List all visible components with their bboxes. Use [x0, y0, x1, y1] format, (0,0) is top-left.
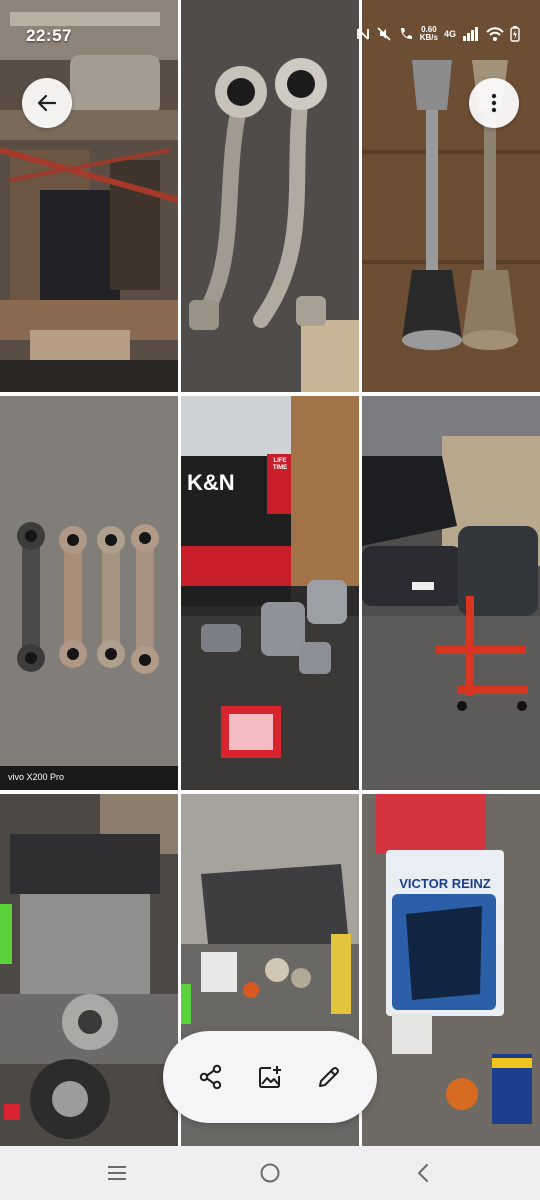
add-to-album-icon	[258, 1066, 281, 1088]
more-vertical-icon	[491, 93, 497, 113]
victor-reinz-logo: VICTOR REINZ	[399, 876, 491, 891]
lifetime-tag: LIFE TIME	[272, 458, 288, 471]
photo-action-bar	[163, 1031, 377, 1123]
menu-lines-icon	[107, 1166, 126, 1180]
photo-tile-air-filter-bushings[interactable]: K&N LIFE TIME	[181, 396, 359, 790]
recent-apps-button[interactable]	[87, 1153, 147, 1193]
gasket-set-image	[362, 794, 540, 1146]
arrow-left-icon	[37, 94, 57, 112]
chevron-left-icon	[418, 1164, 429, 1182]
home-circle-icon	[260, 1163, 280, 1183]
engine-block-image	[0, 794, 178, 1146]
more-options-button[interactable]	[469, 78, 519, 128]
edit-button[interactable]	[307, 1055, 351, 1099]
photo-grid-screen: vivo X200 Pro K&N LIFE TIME VICTOR REINZ…	[0, 0, 540, 1200]
edit-pencil-icon	[319, 1067, 340, 1087]
home-button[interactable]	[240, 1153, 300, 1193]
photo-tile-engine-block[interactable]	[0, 794, 178, 1146]
photo-tile-engine-underside[interactable]	[0, 0, 178, 392]
air-filter-bushings-image	[181, 396, 359, 790]
car-and-engine-stand-image	[362, 396, 540, 790]
control-arms-image	[181, 0, 359, 392]
system-navigation-bar	[0, 1146, 540, 1200]
kn-box-logo: K&N	[187, 470, 235, 495]
photo-tile-car-and-engine-stand[interactable]	[362, 396, 540, 790]
share-button[interactable]	[189, 1055, 233, 1099]
camera-watermark: vivo X200 Pro	[8, 772, 65, 782]
photo-tile-control-arms[interactable]	[181, 0, 359, 392]
photo-tile-rear-links[interactable]: vivo X200 Pro	[0, 396, 178, 790]
photo-tile-gasket-set[interactable]: VICTOR REINZ	[362, 794, 540, 1146]
photo-tile-drive-shafts[interactable]	[362, 0, 540, 392]
add-to-album-button[interactable]	[248, 1055, 292, 1099]
drive-shafts-image	[362, 0, 540, 392]
engine-underside-image	[0, 0, 178, 392]
share-icon	[199, 1064, 221, 1090]
back-button[interactable]	[22, 78, 72, 128]
system-back-button[interactable]	[393, 1153, 453, 1193]
rear-links-image	[0, 396, 178, 790]
